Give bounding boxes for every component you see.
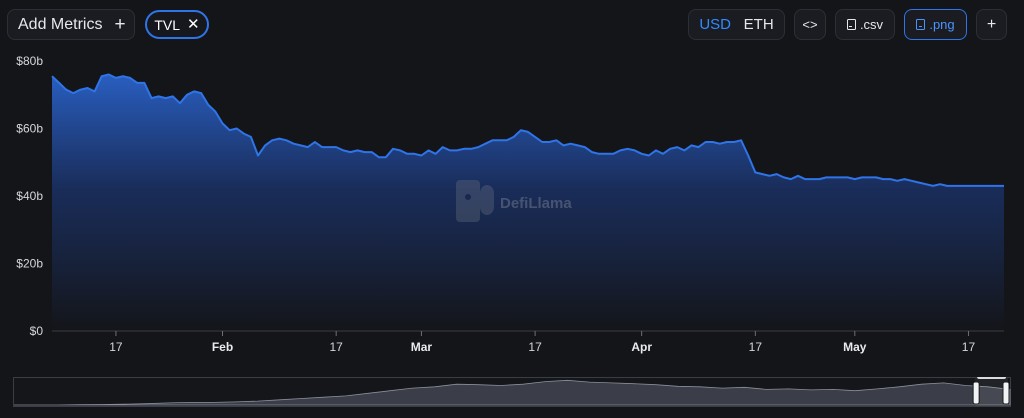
download-csv-button[interactable]: .csv <box>835 9 895 40</box>
tvl-chip-label: TVL <box>154 16 181 33</box>
x-tick-label: Feb <box>212 340 233 354</box>
currency-toggle: USD ETH <box>688 9 785 40</box>
y-tick-label: $40b <box>16 189 43 203</box>
x-axis: 17 Feb 17 Mar 17 Apr 17 May 17 <box>109 331 975 354</box>
brush-drag-handle[interactable] <box>977 377 1006 379</box>
plus-icon: + <box>114 14 126 35</box>
x-tick-label: Mar <box>411 340 433 354</box>
brush-resize-handle[interactable] <box>1002 381 1010 405</box>
x-tick-label: Apr <box>631 340 652 354</box>
png-label: .png <box>929 17 955 32</box>
y-tick-label: $20b <box>16 257 43 271</box>
watermark-text: DefiLlama <box>500 195 572 212</box>
embed-button[interactable]: <> <box>794 9 826 40</box>
add-metrics-button[interactable]: Add Metrics + <box>7 9 135 40</box>
brush-resize-handle[interactable] <box>972 381 980 405</box>
file-icon <box>916 19 926 30</box>
y-axis: $0 $20b $40b $60b $80b <box>16 54 43 338</box>
close-icon[interactable]: ✕ <box>187 17 200 32</box>
x-tick-label: 17 <box>528 340 542 354</box>
csv-label: .csv <box>859 17 884 32</box>
download-png-button[interactable]: .png <box>904 9 967 40</box>
plus-icon: + <box>986 15 997 33</box>
x-tick-label: May <box>843 340 867 354</box>
x-tick-label: 17 <box>749 340 763 354</box>
brush-handles[interactable] <box>972 377 1010 406</box>
add-chart-button[interactable]: + <box>976 9 1007 40</box>
file-icon <box>846 19 856 30</box>
currency-eth-option[interactable]: ETH <box>744 16 774 33</box>
chart-toolbar: Add Metrics + TVL ✕ USD ETH <> .csv .png… <box>0 0 1024 50</box>
tvl-metric-chip[interactable]: TVL ✕ <box>145 10 209 39</box>
range-brush[interactable] <box>13 377 1011 411</box>
x-tick-label: 17 <box>109 340 123 354</box>
x-tick-label: 17 <box>329 340 343 354</box>
code-icon: <> <box>802 17 818 32</box>
y-tick-label: $0 <box>30 324 44 338</box>
tvl-area-chart[interactable]: $0$20b$40b$60b$80b DefiLlama 17 Feb 17 Mar 1… <box>0 45 1024 365</box>
add-metrics-label: Add Metrics <box>18 15 103 33</box>
x-tick-label: 17 <box>962 340 976 354</box>
y-tick-label: $60b <box>16 122 43 136</box>
y-tick-label: $80b <box>16 54 43 68</box>
currency-usd-option[interactable]: USD <box>699 16 731 33</box>
